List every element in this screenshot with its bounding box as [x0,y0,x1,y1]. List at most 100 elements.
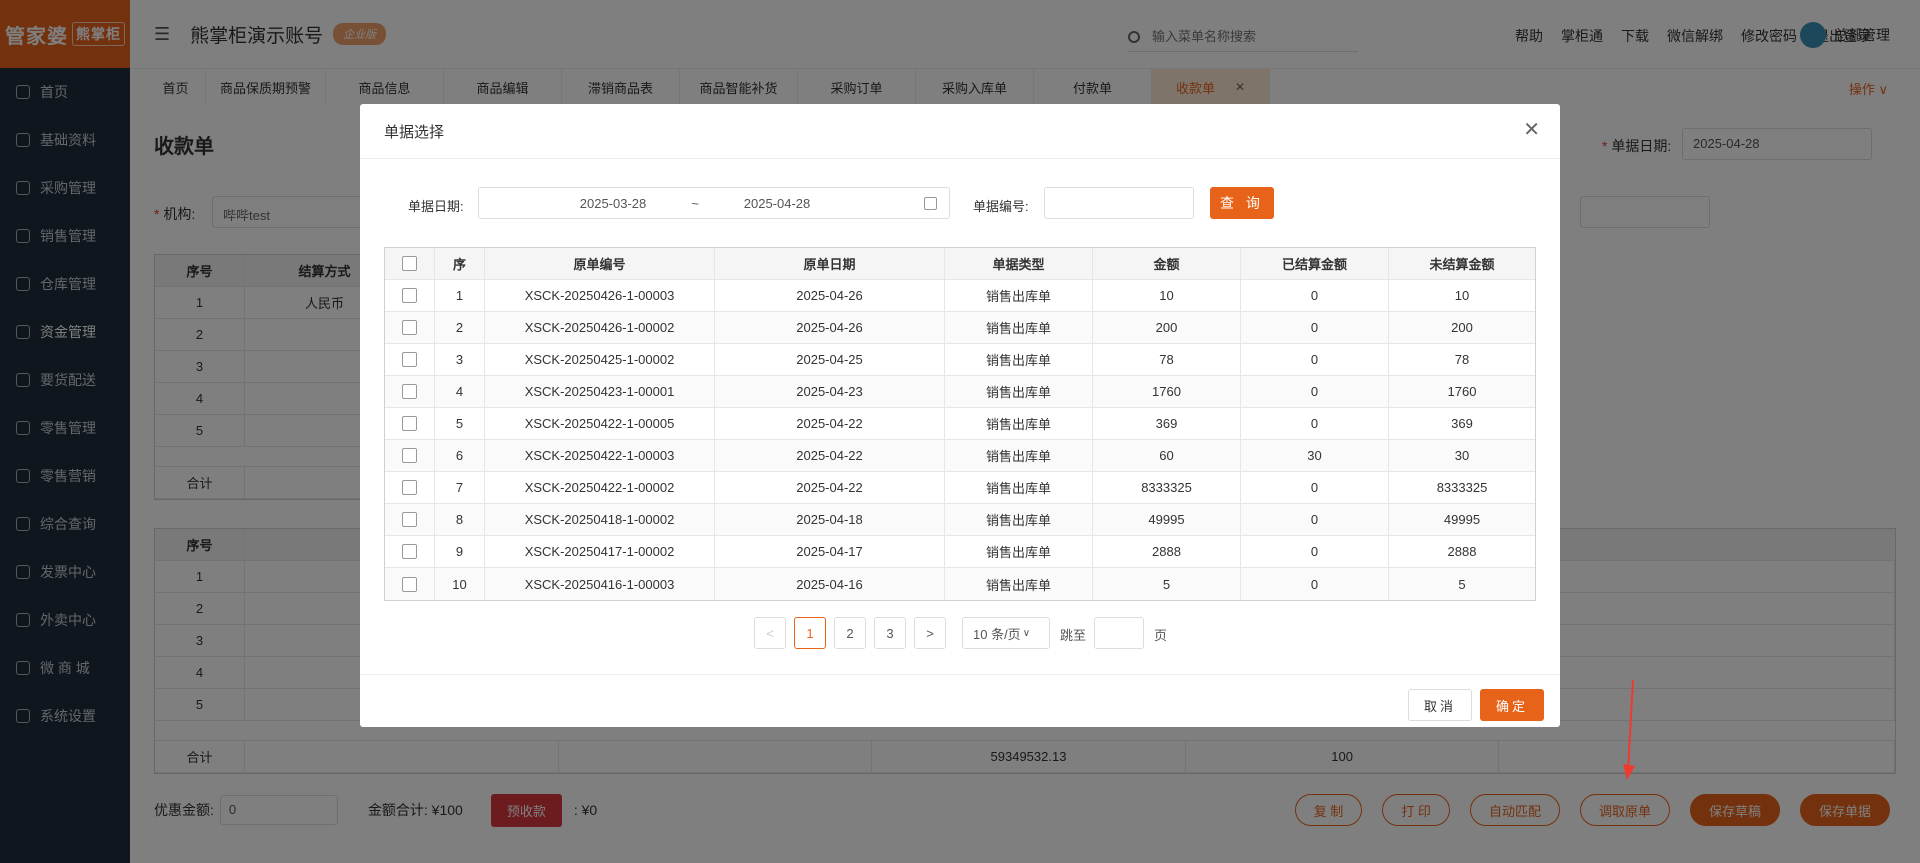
select-all-checkbox[interactable] [402,256,417,271]
table-cell: 2025-04-22 [715,440,945,471]
page-button[interactable]: 3 [874,617,906,649]
table-row[interactable]: 6 XSCK-20250422-1-00003 2025-04-22 销售出库单 60 3… [385,440,1535,472]
table-row[interactable]: 5 XSCK-20250422-1-00005 2025-04-22 销售出库单 369… [385,408,1535,440]
table-cell: 2025-04-26 [715,280,945,311]
table-cell: 78 [1093,344,1241,375]
column-header: 已结算金额 [1241,248,1389,279]
query-button[interactable]: 查 询 [1210,187,1274,219]
table-cell: 2888 [1447,544,1477,559]
row-select-cell [385,568,435,600]
table-cell: 369 [1093,408,1241,439]
row-checkbox[interactable] [402,288,417,303]
row-checkbox[interactable] [402,576,417,592]
close-icon[interactable]: ✕ [1523,120,1540,140]
select-all-cell [385,248,435,279]
table-cell: 30 [1241,440,1389,471]
table-cell: 2025-04-17 [715,536,945,567]
table-row[interactable]: 4 XSCK-20250423-1-00001 2025-04-23 销售出库单 176… [385,376,1535,408]
date-from[interactable]: 2025-03-28 [551,196,675,211]
date-separator: ~ [691,195,699,211]
table-cell: 1760 [1447,384,1477,399]
table-cell: XSCK-20250423-1-00001 [485,376,715,407]
table-cell: 销售出库单 [945,376,1093,407]
next-page-button[interactable]: > [914,617,946,649]
table-cell: 6 [435,440,485,471]
table-cell: 30 [1454,448,1470,463]
page-size-select[interactable]: 10 条/页 ∨ [962,617,1050,649]
date-range-picker[interactable]: 2025-03-28 ~ 2025-04-28 [478,187,950,219]
filter-bar: 单据日期: 2025-03-28 ~ 2025-04-28 单据编号: 查 询 [360,187,1560,221]
doc-no-label: 单据编号: [973,199,1029,214]
table-cell: 60 [1093,440,1241,471]
table-row[interactable]: 3 XSCK-20250425-1-00002 2025-04-25 销售出库单 78 0… [385,344,1535,376]
row-checkbox[interactable] [402,480,417,495]
row-select-cell [385,344,435,375]
table-row[interactable]: 2 XSCK-20250426-1-00002 2025-04-26 销售出库单 200… [385,312,1535,344]
annotation-arrow-icon [1623,679,1635,780]
jump-input[interactable] [1094,617,1144,649]
table-cell: 0 [1241,344,1389,375]
doc-no-input[interactable] [1044,187,1194,219]
document-table: 序原单编号 原单日期 单据类型 金额 已结算金额 未结算金额 1 XSCK-20250426-… [384,247,1536,601]
page-button[interactable]: 2 [834,617,866,649]
table-cell: XSCK-20250422-1-00003 [485,440,715,471]
table-row[interactable]: 10 XSCK-20250416-1-00003 2025-04-16 销售出库单 5 0… [385,568,1535,600]
prev-page-button[interactable]: < [754,617,786,649]
row-select-cell [385,280,435,311]
table-cell: XSCK-20250425-1-00002 [485,344,715,375]
table-row[interactable]: 9 XSCK-20250417-1-00002 2025-04-17 销售出库单 288… [385,536,1535,568]
table-cell: 0 [1241,472,1389,503]
table-cell: 3 [435,344,485,375]
page-button[interactable]: 1 [794,617,826,649]
chevron-down-icon: ∨ [1022,627,1031,639]
table-cell: 2025-04-26 [715,312,945,343]
table-cell: 销售出库单 [945,344,1093,375]
table-cell: 2025-04-18 [715,504,945,535]
table-cell: 8333325 [1093,472,1241,503]
pagination: < 123 > 10 条/页 ∨ 跳至 页 [360,617,1560,649]
row-checkbox[interactable] [402,512,417,527]
row-checkbox[interactable] [402,448,417,463]
table-cell: 销售出库单 [945,536,1093,567]
table-cell: 销售出库单 [945,504,1093,535]
table-row[interactable]: 8 XSCK-20250418-1-00002 2025-04-18 销售出库单 499… [385,504,1535,536]
row-checkbox[interactable] [402,384,417,399]
table-row[interactable]: 1 XSCK-20250426-1-00003 2025-04-26 销售出库单 10 0… [385,280,1535,312]
date-to[interactable]: 2025-04-28 [715,196,839,211]
table-cell: 5 [1093,568,1241,600]
document-select-modal: 单据选择 ✕ 单据日期: 2025-03-28 ~ 2025-04-28 单据编… [360,104,1560,727]
table-cell: 5 [1458,576,1466,592]
table-cell: XSCK-20250418-1-00002 [485,504,715,535]
cancel-button[interactable]: 取消 [1408,689,1472,721]
table-cell: 0 [1241,536,1389,567]
table-cell: 8 [435,504,485,535]
row-checkbox[interactable] [402,544,417,559]
table-cell: XSCK-20250417-1-00002 [485,536,715,567]
row-checkbox[interactable] [402,416,417,431]
row-select-cell [385,440,435,471]
table-cell: 49995 [1443,512,1481,527]
table-cell: 0 [1241,408,1389,439]
table-cell: 2 [435,312,485,343]
table-cell: 200 [1451,320,1473,335]
table-cell: XSCK-20250426-1-00002 [485,312,715,343]
row-select-cell [385,312,435,343]
row-checkbox[interactable] [402,352,417,367]
table-cell: 10 [1093,280,1241,311]
table-cell: 销售出库单 [945,440,1093,471]
table-cell: 1 [435,280,485,311]
table-row[interactable]: 7 XSCK-20250422-1-00002 2025-04-22 销售出库单 833… [385,472,1535,504]
table-cell: XSCK-20250416-1-00003 [485,568,715,600]
table-cell: XSCK-20250422-1-00005 [485,408,715,439]
table-cell: 2025-04-22 [715,472,945,503]
confirm-button[interactable]: 确定 [1480,689,1544,721]
table-cell: XSCK-20250422-1-00002 [485,472,715,503]
row-checkbox[interactable] [402,320,417,335]
table-cell: 7 [435,472,485,503]
table-cell: 9 [435,536,485,567]
table-cell: 2025-04-16 [715,568,945,600]
table-cell: XSCK-20250426-1-00003 [485,280,715,311]
column-header: 原单日期 [715,248,945,279]
table-cell: 2025-04-22 [715,408,945,439]
table-cell: 0 [1241,280,1389,311]
